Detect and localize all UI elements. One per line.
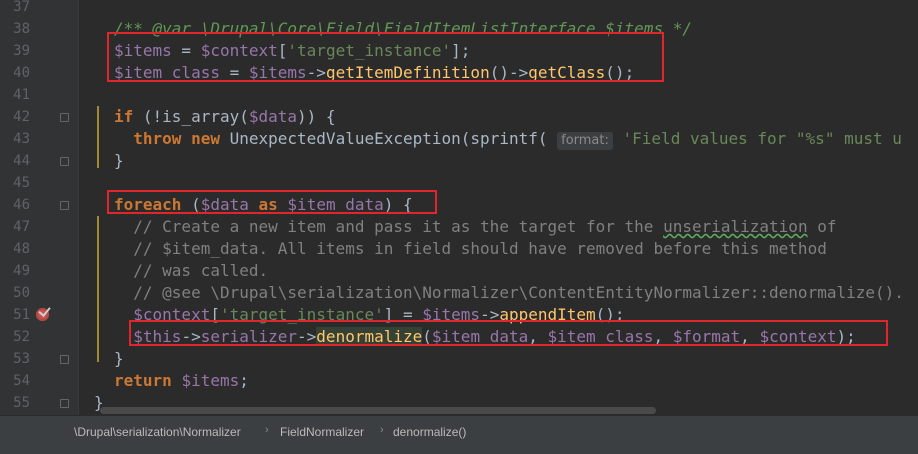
indent-guide bbox=[97, 106, 99, 168]
line-number: 45 bbox=[13, 175, 30, 191]
code-token: of bbox=[807, 217, 837, 236]
highlight-box bbox=[129, 320, 888, 346]
line-number: 49 bbox=[13, 263, 30, 279]
breakpoint-icon[interactable] bbox=[36, 308, 49, 321]
code-token: UnexpectedValueException(sprintf( bbox=[219, 129, 558, 148]
fold-marker-icon[interactable] bbox=[60, 399, 69, 408]
line-number: 39 bbox=[13, 43, 30, 59]
code-token: } bbox=[114, 151, 124, 170]
line-number: 54 bbox=[13, 373, 30, 389]
code-token: // was called. bbox=[114, 261, 269, 280]
code-token: throw new bbox=[133, 129, 220, 148]
fold-marker-icon[interactable] bbox=[60, 355, 69, 364]
line-number: 52 bbox=[13, 329, 30, 345]
code-line[interactable] bbox=[80, 0, 918, 18]
fold-marker-icon[interactable] bbox=[60, 157, 69, 166]
code-line[interactable]: return $items; bbox=[80, 370, 918, 392]
code-line[interactable] bbox=[80, 84, 918, 106]
highlight-box bbox=[107, 190, 437, 214]
code-token: 'Field values for "%s" must u bbox=[612, 129, 902, 148]
indent-guide bbox=[97, 216, 99, 362]
code-line[interactable]: } bbox=[80, 348, 918, 370]
breadcrumb: \Drupal\serialization\Normalizer › Field… bbox=[0, 415, 918, 454]
line-number: 37 bbox=[13, 0, 30, 15]
line-number: 40 bbox=[13, 65, 30, 81]
breadcrumb-separator-icon: › bbox=[380, 424, 384, 436]
breadcrumb-separator-icon: › bbox=[265, 424, 269, 436]
line-number: 51 bbox=[13, 307, 30, 323]
line-number-gutter[interactable]: 37 38 39 40 41 42 43 44 45 46 47 48 49 50 51 52 53 54 55 bbox=[0, 0, 79, 415]
line-number: 53 bbox=[13, 351, 30, 367]
code-line[interactable]: // Create a new item and pass it as the … bbox=[80, 216, 918, 238]
line-number: 44 bbox=[13, 153, 30, 169]
breadcrumb-namespace[interactable]: \Drupal\serialization\Normalizer bbox=[74, 425, 241, 439]
breadcrumb-method[interactable]: denormalize() bbox=[393, 425, 466, 439]
line-number: 41 bbox=[13, 87, 30, 103]
code-token: // $item_data. All items in field should… bbox=[114, 239, 827, 258]
code-token: } bbox=[114, 349, 124, 368]
highlight-box bbox=[107, 32, 664, 82]
horizontal-scrollbar[interactable] bbox=[100, 407, 656, 414]
code-token: $data bbox=[248, 107, 298, 126]
breadcrumb-class[interactable]: FieldNormalizer bbox=[280, 425, 364, 439]
line-number: 55 bbox=[13, 395, 30, 411]
line-number: 42 bbox=[13, 109, 30, 125]
code-line[interactable]: // @see \Drupal\serialization\Normalizer… bbox=[80, 282, 918, 304]
code-token: // Create a new item and pass it as the … bbox=[114, 217, 664, 236]
code-token: (!is_array( bbox=[133, 107, 249, 126]
code-token: unserialization bbox=[663, 217, 808, 236]
line-number: 43 bbox=[13, 131, 30, 147]
line-number: 38 bbox=[13, 21, 30, 37]
line-number: 47 bbox=[13, 219, 30, 235]
code-token: $items bbox=[181, 371, 240, 390]
line-number: 46 bbox=[13, 197, 30, 213]
code-line[interactable]: if (!is_array($data)) { bbox=[80, 106, 918, 128]
code-token: if bbox=[114, 107, 134, 126]
code-editor[interactable]: 37 38 39 40 41 42 43 44 45 46 47 48 49 50 51 52 53 54 55 /… bbox=[0, 0, 918, 415]
line-number: 48 bbox=[13, 241, 30, 257]
line-number: 50 bbox=[13, 285, 30, 301]
code-line[interactable]: // $item_data. All items in field should… bbox=[80, 238, 918, 260]
code-token: return bbox=[114, 371, 172, 390]
code-line[interactable]: // was called. bbox=[80, 260, 918, 282]
parameter-hint: format: bbox=[557, 132, 613, 150]
code-line[interactable]: throw new UnexpectedValueException(sprin… bbox=[80, 128, 918, 150]
code-line[interactable]: } bbox=[80, 150, 918, 172]
code-token: )) { bbox=[297, 107, 336, 126]
fold-marker-icon[interactable] bbox=[60, 113, 69, 122]
code-token: ; bbox=[239, 371, 249, 390]
fold-marker-icon[interactable] bbox=[60, 201, 69, 210]
code-token: // @see \Drupal\serialization\Normalizer… bbox=[114, 283, 904, 302]
